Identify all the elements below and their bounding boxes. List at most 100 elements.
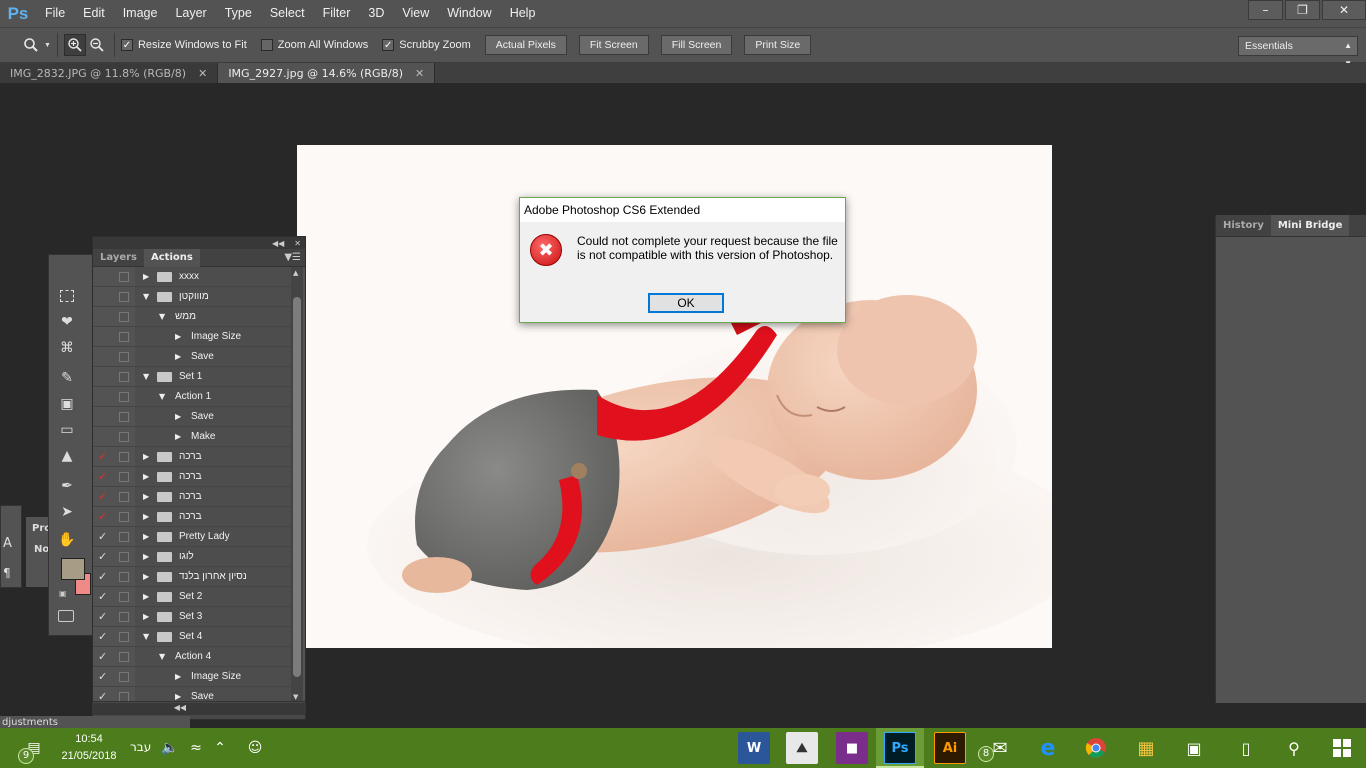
- expand-right-icon[interactable]: ▶: [143, 567, 149, 586]
- dialog-toggle-box[interactable]: [119, 272, 129, 282]
- toggle-check-icon[interactable]: ✓: [98, 670, 110, 683]
- action-row[interactable]: ✓ ▶ Image Size: [93, 667, 291, 687]
- type-tool-icon[interactable]: A: [3, 536, 12, 551]
- close-icon[interactable]: ✕: [415, 67, 424, 80]
- expand-down-icon[interactable]: ▼: [143, 287, 149, 306]
- toggle-check-icon[interactable]: ✓: [98, 510, 110, 523]
- winrar-app-icon[interactable]: ■: [836, 732, 868, 764]
- photos-app-icon[interactable]: ⛰: [786, 732, 818, 764]
- dialog-toggle-box[interactable]: [119, 292, 129, 302]
- action-row[interactable]: ▶ Image Size: [93, 327, 291, 347]
- scroll-up-icon[interactable]: ▲: [293, 269, 298, 277]
- healing-brush-icon[interactable]: ✎: [55, 367, 79, 389]
- expand-down-icon[interactable]: ▼: [159, 307, 165, 326]
- fit-screen-button[interactable]: Fit Screen: [578, 35, 649, 55]
- dialog-toggle-box[interactable]: [119, 592, 129, 602]
- menu-select[interactable]: Select: [261, 0, 314, 27]
- toggle-check-icon[interactable]: ✓: [98, 530, 110, 543]
- dialog-toggle-box[interactable]: [119, 452, 129, 462]
- action-row[interactable]: ✓ ▼ Set 4: [93, 627, 291, 647]
- dialog-toggle-box[interactable]: [119, 432, 129, 442]
- menu-layer[interactable]: Layer: [166, 0, 215, 27]
- chevron-up-icon[interactable]: ⌃: [210, 728, 230, 768]
- document-tab-active[interactable]: IMG_2927.jpg @ 14.6% (RGB/8) ✕: [218, 63, 436, 83]
- toggle-check-icon[interactable]: ✓: [98, 550, 110, 563]
- expand-right-icon[interactable]: ▶: [143, 267, 149, 286]
- dialog-toggle-box[interactable]: [119, 472, 129, 482]
- resize-windows-checkbox[interactable]: ✓ Resize Windows to Fit: [120, 39, 247, 51]
- expand-down-icon[interactable]: ▼: [143, 367, 149, 386]
- marquee-tool-icon[interactable]: [55, 285, 79, 307]
- scrubby-zoom-checkbox[interactable]: ✓ Scrubby Zoom: [382, 39, 471, 51]
- expand-right-icon[interactable]: ▶: [143, 507, 149, 526]
- tab-history[interactable]: History: [1216, 215, 1271, 236]
- menu-window[interactable]: Window: [438, 0, 500, 27]
- action-row[interactable]: ✓ ▶ Set 2: [93, 587, 291, 607]
- document-tab[interactable]: IMG_2832.JPG @ 11.8% (RGB/8) ✕: [0, 63, 219, 83]
- expand-right-icon[interactable]: ▶: [143, 447, 149, 466]
- toggle-check-icon[interactable]: ✓: [98, 450, 110, 463]
- menu-3d[interactable]: 3D: [359, 0, 393, 27]
- pen-tool-icon[interactable]: ✒: [55, 475, 79, 497]
- action-row[interactable]: ✓ ▶ לוגו: [93, 547, 291, 567]
- expand-right-icon[interactable]: ▶: [175, 407, 181, 426]
- toggle-check-icon[interactable]: ✓: [98, 570, 110, 583]
- action-row[interactable]: ▶ Save: [93, 347, 291, 367]
- expand-right-icon[interactable]: ▶: [143, 527, 149, 546]
- close-icon[interactable]: ✕: [294, 239, 301, 248]
- dialog-toggle-box[interactable]: [119, 632, 129, 642]
- search-icon[interactable]: ⚲: [1278, 732, 1310, 764]
- expand-down-icon[interactable]: ▼: [143, 627, 149, 646]
- dialog-toggle-box[interactable]: [119, 312, 129, 322]
- eraser-tool-icon[interactable]: ▭: [55, 419, 79, 441]
- sharpen-tool-icon[interactable]: ▲: [55, 445, 79, 467]
- action-row[interactable]: ✓ ▶ ברכה: [93, 467, 291, 487]
- scroll-thumb[interactable]: [293, 297, 301, 677]
- action-row[interactable]: ▼ ממש: [93, 307, 291, 327]
- action-row[interactable]: ✓ ▶ ברכה: [93, 487, 291, 507]
- scrollbar[interactable]: ▲ ▼: [291, 267, 303, 703]
- dialog-toggle-box[interactable]: [119, 532, 129, 542]
- toggle-check-icon[interactable]: ✓: [98, 590, 110, 603]
- expand-right-icon[interactable]: ▶: [175, 347, 181, 366]
- language-indicator[interactable]: עבר: [130, 740, 151, 754]
- adjustments-tab-label[interactable]: djustments: [2, 717, 58, 728]
- toggle-check-icon[interactable]: ✓: [98, 630, 110, 643]
- expand-right-icon[interactable]: ▶: [143, 607, 149, 626]
- illustrator-app-icon[interactable]: Ai: [934, 732, 966, 764]
- dialog-toggle-box[interactable]: [119, 492, 129, 502]
- expand-down-icon[interactable]: ▼: [159, 387, 165, 406]
- path-selection-icon[interactable]: ➤: [55, 501, 79, 523]
- dialog-toggle-box[interactable]: [119, 552, 129, 562]
- dialog-toggle-box[interactable]: [119, 512, 129, 522]
- menu-type[interactable]: Type: [216, 0, 261, 27]
- expand-right-icon[interactable]: ▶: [143, 467, 149, 486]
- dialog-toggle-box[interactable]: [119, 352, 129, 362]
- tab-mini-bridge[interactable]: Mini Bridge: [1270, 215, 1350, 236]
- lasso-tool-icon[interactable]: ❤: [55, 311, 79, 333]
- volume-icon[interactable]: 🔈: [160, 728, 180, 768]
- toggle-check-icon[interactable]: ✓: [98, 650, 110, 663]
- dialog-toggle-box[interactable]: [119, 672, 129, 682]
- expand-right-icon[interactable]: ▶: [143, 487, 149, 506]
- stamp-tool-icon[interactable]: ▣: [55, 393, 79, 415]
- action-row[interactable]: ▼ Action 1: [93, 387, 291, 407]
- dialog-toggle-box[interactable]: [119, 332, 129, 342]
- hand-tool-icon[interactable]: ✋: [55, 529, 79, 551]
- windows-start-icon[interactable]: [1326, 732, 1358, 764]
- action-row[interactable]: ✓ ▶ נסיון אחרון בלנד: [93, 567, 291, 587]
- clock[interactable]: 10:54 21/05/2018: [54, 731, 124, 765]
- menu-filter[interactable]: Filter: [314, 0, 360, 27]
- zoom-out-icon[interactable]: [86, 34, 108, 56]
- action-row[interactable]: ▶ Save: [93, 407, 291, 427]
- menu-view[interactable]: View: [393, 0, 438, 27]
- fill-screen-button[interactable]: Fill Screen: [660, 35, 733, 55]
- dialog-toggle-box[interactable]: [119, 572, 129, 582]
- action-row[interactable]: ✓ ▶ ברכה: [93, 447, 291, 467]
- expand-right-icon[interactable]: ▶: [143, 587, 149, 606]
- collapse-icon[interactable]: ◀◀: [174, 703, 186, 712]
- menu-image[interactable]: Image: [114, 0, 167, 27]
- actual-pixels-button[interactable]: Actual Pixels: [484, 35, 567, 55]
- expand-right-icon[interactable]: ▶: [175, 667, 181, 686]
- menu-help[interactable]: Help: [501, 0, 545, 27]
